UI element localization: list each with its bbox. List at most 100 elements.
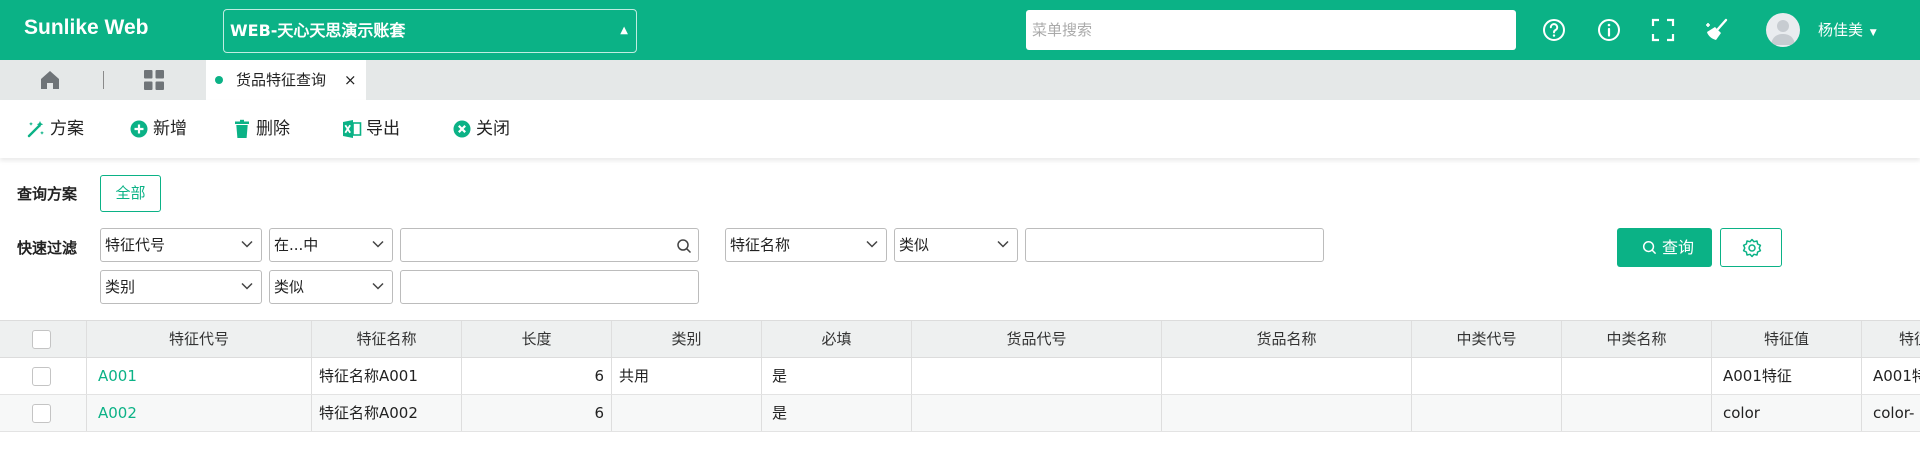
avatar[interactable] [1766, 13, 1800, 47]
header-cell[interactable]: 特征 [1862, 321, 1920, 357]
filter-operator-select[interactable]: 类似 [894, 228, 1018, 262]
plan-label: 方案 [50, 119, 84, 139]
chevron-down-icon [866, 240, 878, 248]
length-cell: 6 [462, 395, 612, 431]
filter-field-value: 特征代号 [105, 236, 166, 254]
chevron-down-icon [241, 240, 253, 248]
query-plan-label: 查询方案 [17, 185, 78, 203]
user-menu[interactable]: 杨佳美 ▼ [1818, 19, 1877, 40]
select-all-checkbox[interactable] [32, 330, 51, 349]
feature-extra-cell: A001特 [1873, 367, 1920, 385]
excel-icon [343, 120, 362, 138]
account-select[interactable]: WEB-天心天思演示账套 ▲ [223, 9, 637, 53]
export-button[interactable]: 导出 [342, 116, 406, 142]
chevron-down-icon [372, 282, 384, 290]
category-cell [612, 395, 762, 431]
grid-icon[interactable] [143, 69, 165, 91]
row-checkbox[interactable] [32, 367, 51, 386]
fullscreen-icon[interactable] [1649, 16, 1677, 44]
settings-button[interactable] [1720, 228, 1782, 267]
help-circle-icon[interactable] [1540, 16, 1568, 44]
plan-all-button[interactable]: 全部 [100, 175, 161, 212]
data-grid: 特征代号 特征名称 长度 类别 必填 货品代号 货品名称 中类代号 中类名称 特… [0, 320, 1920, 456]
trash-icon [235, 119, 249, 138]
user-icon [1771, 20, 1795, 45]
item-name-cell [1162, 395, 1412, 431]
feature-code-link[interactable]: A002 [87, 395, 312, 431]
tab-bar: 货品特征查询 × [0, 60, 1920, 100]
close-icon[interactable]: × [344, 60, 357, 100]
close-label: 关闭 [476, 119, 510, 139]
close-button[interactable]: 关闭 [452, 116, 516, 142]
tab-goods-feature-query[interactable]: 货品特征查询 × [206, 60, 366, 100]
required-cell: 是 [762, 358, 912, 394]
mid-name-cell [1562, 395, 1712, 431]
header-cell[interactable]: 货品代号 [912, 321, 1162, 357]
header-cell[interactable]: 特征值 [1712, 321, 1862, 357]
feature-code-link[interactable]: A001 [87, 358, 312, 394]
required-cell: 是 [762, 395, 912, 431]
filter-field-select[interactable]: 特征名称 [725, 228, 887, 262]
search-icon[interactable] [676, 238, 692, 254]
wand-icon [27, 121, 44, 138]
plan-button[interactable]: 方案 [26, 116, 90, 142]
feature-extra-cell: color- [1873, 404, 1915, 422]
header-cell[interactable]: 长度 [462, 321, 612, 357]
filter-value-input[interactable] [400, 270, 699, 304]
header-cell[interactable]: 中类代号 [1412, 321, 1562, 357]
filter-field-select[interactable]: 特征代号 [100, 228, 262, 262]
mid-code-cell [1412, 358, 1562, 394]
feature-value-cell: A001特征 [1712, 358, 1862, 394]
broom-icon[interactable] [1703, 16, 1731, 44]
gear-icon [1742, 238, 1762, 258]
row-checkbox[interactable] [32, 404, 51, 423]
chevron-down-icon [997, 240, 1009, 248]
chevron-down-icon [241, 282, 253, 290]
query-button[interactable]: 查询 [1617, 228, 1712, 267]
item-code-cell [912, 395, 1162, 431]
plus-circle-icon [130, 120, 148, 138]
menu-search-input[interactable] [1026, 10, 1516, 50]
chevron-down-icon [372, 240, 384, 248]
info-circle-icon[interactable] [1595, 16, 1623, 44]
filter-field-select[interactable]: 类别 [100, 270, 262, 304]
header-cell[interactable]: 特征名称 [312, 321, 462, 357]
add-button[interactable]: 新增 [129, 116, 193, 142]
filter-operator-value: 类似 [899, 236, 930, 254]
header-cell[interactable]: 中类名称 [1562, 321, 1712, 357]
row-select [0, 395, 87, 431]
header-cell[interactable]: 货品名称 [1162, 321, 1412, 357]
delete-label: 删除 [256, 119, 290, 139]
top-bar: Sunlike Web WEB-天心天思演示账套 ▲ 杨佳美 ▼ [0, 0, 1920, 60]
header-cell[interactable]: 特征代号 [87, 321, 312, 357]
caret-up-icon: ▲ [620, 25, 628, 36]
feature-name-cell: 特征名称A002 [312, 395, 462, 431]
length-cell: 6 [462, 358, 612, 394]
filter-operator-value: 类似 [274, 278, 305, 296]
home-icon[interactable] [38, 68, 62, 92]
quick-filter-label: 快速过滤 [17, 239, 78, 257]
query-button-label: 查询 [1662, 238, 1695, 257]
header-select-all [0, 321, 87, 357]
row-select [0, 358, 87, 394]
filter-operator-select[interactable]: 类似 [269, 270, 393, 304]
filter-field-value: 类别 [105, 278, 136, 296]
export-label: 导出 [366, 119, 400, 139]
filter-value-input[interactable] [400, 228, 699, 262]
search-icon [1642, 240, 1657, 255]
table-row[interactable]: A002 特征名称A002 6 是 color color- [0, 395, 1920, 432]
filter-operator-value: 在...中 [274, 236, 319, 254]
mid-name-cell [1562, 358, 1712, 394]
account-select-label: WEB-天心天思演示账套 [230, 21, 406, 40]
category-cell: 共用 [612, 358, 762, 394]
table-row[interactable]: A001 特征名称A001 6 共用 是 A001特征 A001特 [0, 358, 1920, 395]
item-code-cell [912, 358, 1162, 394]
filter-value-input[interactable] [1025, 228, 1324, 262]
delete-button[interactable]: 删除 [232, 116, 296, 142]
app-logo: Sunlike Web [24, 16, 149, 39]
tab-label: 货品特征查询 [236, 71, 327, 89]
header-cell[interactable]: 必填 [762, 321, 912, 357]
header-cell[interactable]: 类别 [612, 321, 762, 357]
filter-operator-select[interactable]: 在...中 [269, 228, 393, 262]
filter-field-value: 特征名称 [730, 236, 791, 254]
